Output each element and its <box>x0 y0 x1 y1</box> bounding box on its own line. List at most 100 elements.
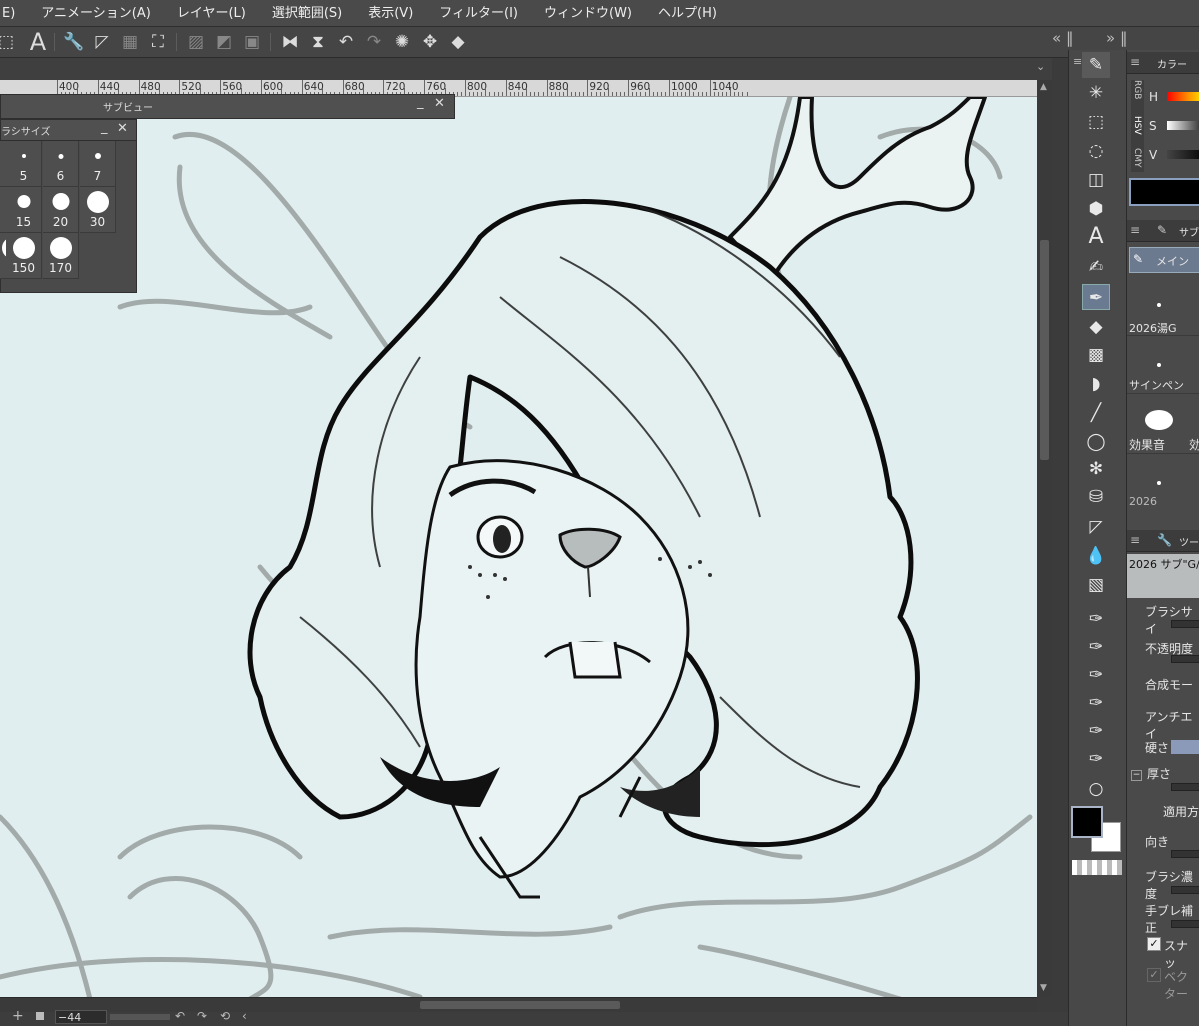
line-icon[interactable]: ╱ <box>1082 400 1110 426</box>
pencil-tool-icon[interactable]: ✍ <box>1082 254 1110 280</box>
minimize-icon[interactable]: _ <box>417 95 424 110</box>
pen5-icon[interactable]: ✑ <box>1082 718 1110 744</box>
zoom-slider[interactable] <box>110 1014 170 1020</box>
saturation-slider[interactable] <box>1167 121 1199 130</box>
brush-size-5[interactable]: 5 <box>6 141 42 187</box>
minimize-icon[interactable]: _ <box>101 120 108 135</box>
g-pen-icon[interactable]: ✒ <box>1082 284 1110 310</box>
ruler-icon[interactable]: ◸ <box>90 31 114 53</box>
subtool-item[interactable]: 2026 <box>1127 456 1199 508</box>
pen3-icon[interactable]: ✑ <box>1082 662 1110 688</box>
lasso-icon[interactable]: ◌ <box>1082 138 1110 164</box>
zoom-in-icon[interactable]: + <box>12 1008 24 1024</box>
vector-checkbox[interactable]: ✓ <box>1147 968 1161 982</box>
rotate-left-icon[interactable]: ↶ <box>175 1009 185 1023</box>
collapse-left-icon[interactable]: « ‖ <box>1052 29 1073 47</box>
brush-size-170[interactable]: 170 <box>43 233 79 279</box>
transform-icon[interactable]: ⬚ <box>0 31 18 53</box>
vertical-scroll-thumb[interactable] <box>1040 240 1049 460</box>
main-color-swatch[interactable] <box>1071 806 1103 838</box>
brush-density-slider[interactable] <box>1171 886 1199 894</box>
eraser-icon[interactable]: ◆ <box>1082 314 1110 340</box>
brush-size-slider[interactable] <box>1171 620 1199 628</box>
fill-icon[interactable]: ◩ <box>212 31 236 53</box>
flip-v-icon[interactable]: ⧗ <box>306 31 330 53</box>
figure-icon[interactable]: ◸ <box>1082 514 1110 540</box>
menu-filter[interactable]: フィルター(I) <box>426 0 531 27</box>
scroll-left-icon[interactable]: ‹ <box>242 1009 247 1023</box>
snap-checkbox[interactable]: ✓ <box>1147 937 1161 951</box>
balloon-icon[interactable]: ◯ <box>1082 429 1110 455</box>
menu-view[interactable]: 表示(V) <box>355 0 426 27</box>
tab-hsv[interactable]: HSV <box>1132 116 1142 135</box>
brush-size-20[interactable]: 20 <box>43 187 79 233</box>
collapse-right-icon[interactable]: » ‖ <box>1106 29 1127 47</box>
wrench-icon[interactable]: 🔧 <box>62 31 86 53</box>
palette-menu-icon[interactable]: ≡ <box>1130 533 1140 547</box>
crop-icon[interactable]: ⛶ <box>146 31 170 53</box>
layer-icon[interactable]: ◫ <box>1082 167 1110 193</box>
menu-animation[interactable]: アニメーション(A) <box>28 0 164 27</box>
bug-icon[interactable]: ✻ <box>1082 456 1110 482</box>
menu-layer[interactable]: レイヤー(L) <box>164 0 259 27</box>
rotate-right-icon[interactable]: ↷ <box>197 1009 207 1023</box>
pen4-icon[interactable]: ✑ <box>1082 690 1110 716</box>
pen6-icon[interactable]: ✑ <box>1082 746 1110 772</box>
palette-menu-icon[interactable]: ≡ <box>1130 223 1140 237</box>
prop-antialias[interactable]: アンチエイ <box>1145 708 1199 742</box>
brush-size-15[interactable]: 15 <box>6 187 42 233</box>
spray-icon[interactable]: ⛁ <box>1082 484 1110 510</box>
marquee-icon[interactable]: ⬚ <box>1082 109 1110 135</box>
magic-wand-icon[interactable]: ✳ <box>1082 80 1110 106</box>
close-icon[interactable]: ✕ <box>117 121 128 136</box>
zoom-fit-icon[interactable] <box>36 1012 44 1020</box>
menu-edit[interactable]: E) <box>0 0 28 27</box>
redo-icon[interactable]: ↷ <box>362 31 386 53</box>
vertical-scrollbar[interactable]: ▲ ▼ <box>1037 80 1052 997</box>
value-slider[interactable] <box>1167 150 1199 159</box>
pen2-icon[interactable]: ✑ <box>1082 634 1110 660</box>
direction-slider[interactable] <box>1171 850 1199 858</box>
collapse-toggle-icon[interactable]: − <box>1131 770 1142 781</box>
drawing-canvas[interactable] <box>0 97 1037 999</box>
flip-h-icon[interactable]: ⧓ <box>278 31 302 53</box>
hardness-slider[interactable] <box>1171 740 1199 754</box>
gradient-icon[interactable]: ▧ <box>1082 572 1110 598</box>
rotate-reset-icon[interactable]: ⟲ <box>220 1009 230 1023</box>
hatch-icon[interactable]: ▨ <box>184 31 208 53</box>
close-icon[interactable]: ✕ <box>434 96 445 111</box>
hue-slider[interactable] <box>1167 92 1199 101</box>
tab-rgb[interactable]: RGB <box>1132 80 1142 99</box>
droplet-icon[interactable]: 💧 <box>1082 543 1110 569</box>
horizontal-scrollbar[interactable] <box>0 997 1037 1012</box>
frame-icon[interactable]: ▣ <box>240 31 264 53</box>
pen1-icon[interactable]: ✑ <box>1082 606 1110 632</box>
subtool-item[interactable]: 効果音 効 <box>1127 396 1199 454</box>
palette-menu-icon[interactable]: ≡ <box>1130 55 1140 69</box>
undo-icon[interactable]: ↶ <box>334 31 358 53</box>
bucket-icon[interactable]: ◆ <box>446 31 470 53</box>
stabilization-slider[interactable] <box>1171 920 1199 928</box>
thickness-slider[interactable] <box>1171 783 1199 791</box>
zoom-field[interactable]: −44 <box>55 1010 107 1024</box>
tab-menu-icon[interactable]: ⌄ <box>1036 60 1045 73</box>
menu-selection[interactable]: 選択範囲(S) <box>259 0 355 27</box>
menu-help[interactable]: ヘルプ(H) <box>645 0 730 27</box>
subtool-item[interactable]: 2026湯G <box>1127 278 1199 336</box>
pen-tool-icon[interactable]: ✎ <box>1082 52 1110 78</box>
spinner-icon[interactable]: ✺ <box>390 31 414 53</box>
brush-size-30[interactable]: 30 <box>80 187 116 233</box>
grid-icon[interactable]: ▦ <box>118 31 142 53</box>
blend-icon[interactable]: ▩ <box>1082 342 1110 368</box>
brush-size-7[interactable]: 7 <box>80 141 116 187</box>
horizontal-scroll-thumb[interactable] <box>420 1001 620 1009</box>
subtool-item[interactable]: サインペン <box>1127 338 1199 394</box>
palette-menu-icon[interactable]: ≡ <box>1073 55 1082 68</box>
brush-size-6[interactable]: 6 <box>43 141 79 187</box>
opacity-slider[interactable] <box>1171 655 1199 663</box>
menu-window[interactable]: ウィンドウ(W) <box>531 0 645 27</box>
subtool-group-main[interactable]: ✎ メイン <box>1129 247 1199 273</box>
circle-icon[interactable]: ○ <box>1082 776 1110 802</box>
tab-cmy[interactable]: CMY <box>1132 148 1142 168</box>
text-icon[interactable]: A <box>26 30 50 54</box>
